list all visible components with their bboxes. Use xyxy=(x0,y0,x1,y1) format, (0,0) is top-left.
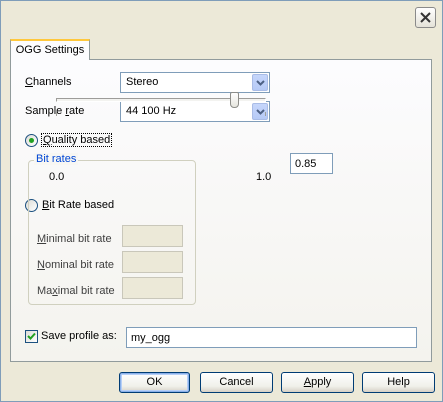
ok-button[interactable]: OK xyxy=(119,372,190,393)
quality-slider-thumb[interactable] xyxy=(229,92,239,108)
nominal-bit-rate-field xyxy=(122,251,183,273)
help-button[interactable]: Help xyxy=(362,372,435,393)
chevron-down-icon[interactable] xyxy=(252,74,268,91)
channels-select[interactable]: Stereo xyxy=(120,72,270,93)
radio-dot xyxy=(29,138,34,143)
cancel-button[interactable]: Cancel xyxy=(200,372,273,393)
quality-value-field[interactable] xyxy=(290,153,333,174)
minimal-bit-rate-field xyxy=(122,225,183,247)
bit-rates-group-title: Bit rates xyxy=(34,153,79,165)
channels-value: Stereo xyxy=(126,76,159,88)
quality-based-label[interactable]: Quality based xyxy=(41,133,113,147)
profile-name-field[interactable] xyxy=(126,327,417,348)
channels-label: Channels xyxy=(25,76,72,88)
dialog-window: OGG Settings Channels Stereo Sample rate… xyxy=(0,0,443,402)
maximal-bit-rate-field xyxy=(122,277,183,299)
sample-rate-label: Sample rate xyxy=(25,105,85,117)
slider-tick-min xyxy=(56,112,57,116)
tab-ogg-settings[interactable]: OGG Settings xyxy=(10,39,90,60)
maximal-bit-rate-label: Maximal bit rate xyxy=(37,285,115,297)
save-profile-label[interactable]: Save profile as: xyxy=(41,330,117,342)
slider-tick-max xyxy=(265,112,266,116)
nominal-bit-rate-label: Nominal bit rate xyxy=(37,259,115,271)
sample-rate-select[interactable]: 44 100 Hz xyxy=(120,101,270,122)
apply-button[interactable]: Apply xyxy=(281,372,354,393)
quality-based-radio[interactable] xyxy=(25,134,38,147)
minimal-bit-rate-label: Minimal bit rate xyxy=(37,233,112,245)
quality-value-input[interactable] xyxy=(291,154,332,173)
save-profile-checkbox[interactable] xyxy=(25,330,38,343)
sample-rate-value: 44 100 Hz xyxy=(126,105,177,117)
slider-max-label: 1.0 xyxy=(256,171,272,183)
tab-label: OGG Settings xyxy=(15,44,85,56)
checkmark-icon xyxy=(27,332,36,340)
close-button[interactable] xyxy=(415,7,436,28)
profile-name-input[interactable] xyxy=(127,328,416,347)
close-icon xyxy=(420,12,431,23)
